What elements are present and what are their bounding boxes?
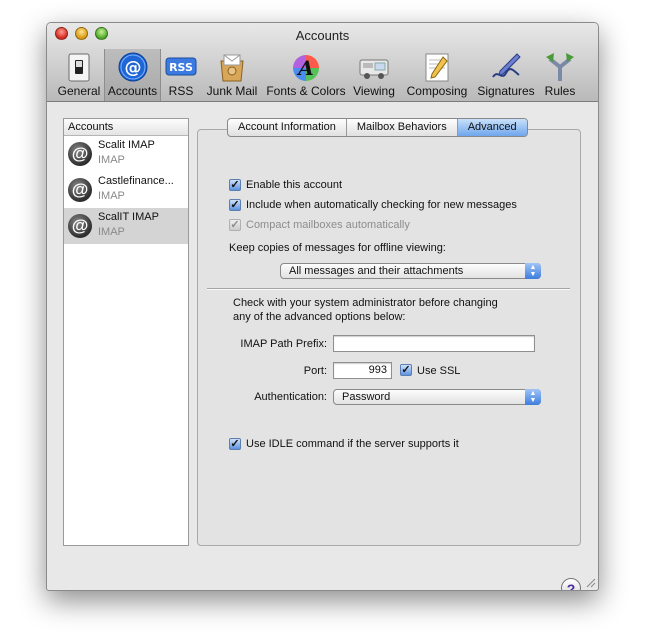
authentication-value: Password: [342, 391, 391, 403]
account-type: IMAP: [98, 226, 125, 238]
account-name: ScalIT IMAP: [98, 211, 159, 223]
updown-arrows-icon: ▲ ▼: [525, 263, 541, 279]
help-button[interactable]: ?: [561, 578, 581, 590]
imap-path-prefix-label: IMAP Path Prefix:: [240, 338, 327, 350]
offline-viewing-value: All messages and their attachments: [289, 265, 464, 277]
toolbar-label: RSS: [168, 84, 194, 98]
toolbar-label: Fonts & Colors: [266, 84, 346, 98]
offline-viewing-label: Keep copies of messages for offline view…: [229, 242, 446, 254]
offline-viewing-select[interactable]: All messages and their attachments ▲ ▼: [280, 263, 541, 279]
use-ssl-checkbox[interactable]: ✓: [400, 364, 412, 376]
toolbar-rules[interactable]: Rules: [540, 49, 580, 101]
toolbar-label: Accounts: [107, 84, 158, 98]
account-name: Scalit IMAP: [98, 139, 155, 151]
use-ssl-label: Use SSL: [417, 365, 461, 377]
authentication-select[interactable]: Password ▲ ▼: [333, 389, 541, 405]
fonts-colors-icon: A: [293, 55, 319, 81]
authentication-label: Authentication:: [254, 391, 327, 403]
toolbar-label: Junk Mail: [206, 84, 258, 98]
toolbar-label: Viewing: [353, 84, 395, 98]
admin-note-line2: any of the advanced options below:: [233, 311, 406, 323]
window-title: Accounts: [295, 28, 350, 43]
include-auto-check-checkbox[interactable]: ✓: [229, 199, 241, 211]
toolbar-accounts[interactable]: @ Accounts: [104, 49, 161, 101]
rss-icon: RSS: [165, 57, 197, 76]
accounts-list: Accounts @ Scalit IMAP IMAP @ Castlefina…: [63, 118, 189, 546]
svg-text:@: @: [124, 58, 141, 78]
account-type: IMAP: [98, 190, 125, 202]
toolbar-junk-mail[interactable]: Junk Mail: [203, 49, 261, 101]
admin-note-line1: Check with your system administrator bef…: [233, 297, 498, 309]
account-item[interactable]: @ Scalit IMAP IMAP: [64, 136, 188, 172]
svg-text:RSS: RSS: [169, 61, 193, 74]
rules-icon: [546, 53, 574, 81]
toolbar-label: Signatures: [477, 84, 535, 98]
at-sign-icon: @: [68, 142, 92, 166]
signatures-icon: [492, 53, 521, 78]
viewing-icon: [359, 59, 389, 79]
toolbar-composing[interactable]: Composing: [403, 49, 471, 101]
accounts-list-header: Accounts: [64, 119, 188, 136]
compact-mailboxes-checkbox: ✓: [229, 219, 241, 231]
toolbar-label: Composing: [406, 84, 468, 98]
tab-advanced[interactable]: Advanced: [457, 119, 527, 136]
tab-account-information[interactable]: Account Information: [228, 119, 347, 136]
account-item-selected[interactable]: @ ScalIT IMAP IMAP: [64, 208, 188, 244]
use-idle-label: Use IDLE command if the server supports …: [246, 438, 459, 450]
use-idle-checkbox[interactable]: ✓: [229, 438, 241, 450]
at-sign-icon: @: [68, 178, 92, 202]
settings-tabs: Account Information Mailbox Behaviors Ad…: [227, 118, 528, 137]
toolbar-label: Rules: [544, 84, 576, 98]
updown-arrows-icon: ▲ ▼: [525, 389, 541, 405]
include-auto-check-label: Include when automatically checking for …: [246, 199, 517, 211]
composing-icon: [425, 53, 449, 82]
imap-path-prefix-input[interactable]: [333, 335, 535, 352]
toolbar-viewing[interactable]: Viewing: [350, 49, 398, 101]
tab-mailbox-behaviors[interactable]: Mailbox Behaviors: [347, 119, 458, 136]
preferences-content: Accounts @ Scalit IMAP IMAP @ Castlefina…: [47, 102, 598, 590]
at-sign-icon: @: [68, 214, 92, 238]
toolbar-general[interactable]: General: [54, 49, 104, 101]
port-input[interactable]: 993: [333, 362, 392, 379]
toolbar-label: General: [57, 84, 101, 98]
account-item[interactable]: @ Castlefinance... IMAP: [64, 172, 188, 208]
account-name: Castlefinance...: [98, 175, 174, 187]
title-toolbar: Accounts General @ Accounts RSS RSS Junk…: [47, 23, 598, 102]
toolbar-rss[interactable]: RSS RSS: [162, 49, 200, 101]
resize-grip-icon[interactable]: [584, 576, 596, 588]
port-label: Port:: [303, 365, 327, 377]
junk-mail-icon: [220, 54, 244, 82]
accounts-window: Accounts General @ Accounts RSS RSS Junk…: [46, 22, 599, 591]
at-sign-icon: @: [118, 52, 147, 82]
enable-account-checkbox[interactable]: ✓: [229, 179, 241, 191]
enable-account-label: Enable this account: [246, 179, 343, 191]
section-divider: [207, 288, 570, 290]
toolbar-signatures[interactable]: Signatures: [474, 49, 538, 101]
toolbar-fonts-colors[interactable]: A Fonts & Colors: [263, 49, 349, 101]
account-type: IMAP: [98, 154, 125, 166]
compact-mailboxes-label: Compact mailboxes automatically: [246, 219, 410, 231]
svg-text:A: A: [296, 56, 314, 80]
general-switch-icon: [68, 53, 90, 82]
